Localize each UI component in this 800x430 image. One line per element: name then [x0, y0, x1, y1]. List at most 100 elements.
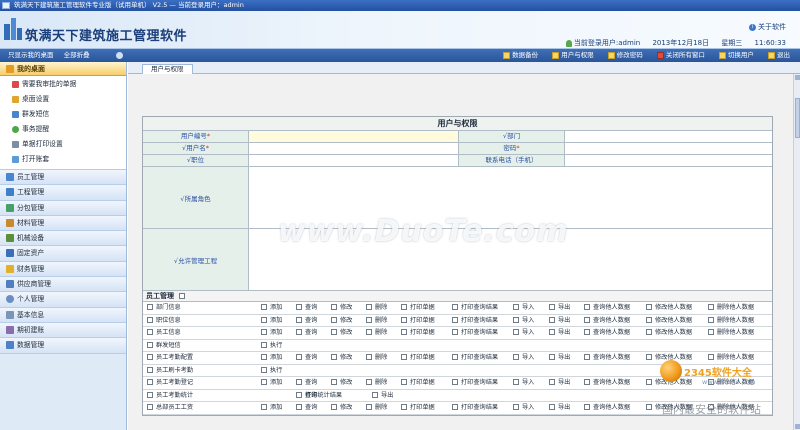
scroll-up-icon[interactable]	[795, 75, 800, 80]
perm-op-checkbox[interactable]	[261, 329, 267, 335]
perm-op-checkbox[interactable]	[366, 404, 372, 410]
perm-op-checkbox[interactable]	[366, 379, 372, 385]
sidebar-module-supplier[interactable]: 供应商管理	[0, 277, 126, 293]
perm-op-checkbox[interactable]	[296, 316, 302, 323]
perm-op[interactable]: 添加	[261, 315, 282, 327]
perm-op[interactable]: 修改他人数据	[646, 302, 692, 314]
perm-op-checkbox[interactable]	[261, 341, 267, 348]
perm-op-checkbox[interactable]	[584, 316, 590, 323]
sidebar-module-fixed-assets[interactable]: 固定资产	[0, 246, 126, 262]
switch-user-button[interactable]: 切换用户	[718, 49, 754, 62]
perm-op[interactable]: 删除	[366, 402, 387, 414]
username-input[interactable]	[249, 143, 459, 154]
collapse-all-link[interactable]: 全部折叠	[64, 51, 90, 59]
perm-op-checkbox[interactable]	[708, 304, 714, 310]
perm-op-checkbox[interactable]	[261, 354, 267, 360]
perm-op-checkbox[interactable]	[452, 379, 458, 385]
sidebar-module-finance[interactable]: 财务管理	[0, 261, 126, 278]
perm-row-checkbox[interactable]	[147, 341, 153, 348]
perm-op[interactable]: 导入	[513, 377, 534, 389]
perm-op[interactable]: 打印查询结果	[452, 302, 498, 314]
perm-op[interactable]: 打印查询结果	[452, 377, 498, 389]
perm-op-checkbox[interactable]	[584, 354, 590, 360]
perm-row-name[interactable]: 员工信息	[147, 327, 181, 339]
perm-op-checkbox[interactable]	[331, 329, 337, 335]
perm-op-checkbox[interactable]	[331, 379, 337, 385]
perm-op-checkbox[interactable]	[549, 404, 555, 410]
perm-op-checkbox[interactable]	[549, 379, 555, 385]
perm-op[interactable]: 查询	[296, 327, 317, 339]
perm-op[interactable]: 修改	[331, 315, 352, 327]
perm-op-checkbox[interactable]	[296, 354, 302, 360]
perm-op[interactable]: 删除	[366, 302, 387, 314]
about-software-link[interactable]: i 关于软件	[749, 22, 786, 32]
perm-op-checkbox[interactable]	[366, 304, 372, 310]
perm-op-checkbox[interactable]	[708, 329, 714, 335]
perm-op-checkbox[interactable]	[296, 329, 302, 335]
perm-op[interactable]: 删除	[366, 352, 387, 364]
perm-op-checkbox[interactable]	[452, 404, 458, 410]
perm-op-checkbox[interactable]	[261, 316, 267, 323]
sidebar-module-subcontract[interactable]: 分包管理	[0, 200, 126, 216]
perm-op[interactable]: 导入	[513, 327, 534, 339]
perm-op-checkbox[interactable]	[401, 354, 407, 360]
perm-op-checkbox[interactable]	[549, 316, 555, 323]
perm-op[interactable]: 打印统计结果	[296, 390, 342, 402]
password-input[interactable]	[565, 143, 772, 154]
perm-op-checkbox[interactable]	[296, 404, 302, 410]
perm-op[interactable]: 执行	[261, 365, 282, 377]
perm-row-name[interactable]: 员工考勤统计	[147, 390, 193, 402]
perm-section-checkbox[interactable]	[179, 293, 186, 299]
sidebar-module-employee[interactable]: 员工管理	[0, 170, 126, 186]
sidebar-module-machinery[interactable]: 机械设备	[0, 231, 126, 247]
perm-row-name[interactable]: 职位信息	[147, 315, 181, 327]
perm-op[interactable]: 打印查询结果	[452, 402, 498, 414]
perm-op-checkbox[interactable]	[401, 316, 407, 323]
perm-op[interactable]: 打印查询结果	[452, 315, 498, 327]
perm-op[interactable]: 查询他人数据	[584, 302, 630, 314]
vertical-scrollbar[interactable]	[793, 74, 800, 430]
perm-op[interactable]: 查询	[296, 377, 317, 389]
perm-op[interactable]: 删除	[366, 327, 387, 339]
perm-op[interactable]: 删除	[366, 315, 387, 327]
sidebar-module-project[interactable]: 工程管理	[0, 185, 126, 201]
sidebar-item-pending-approvals[interactable]: 需要我审批的单据	[0, 77, 126, 92]
perm-op[interactable]: 修改	[331, 327, 352, 339]
perm-op-checkbox[interactable]	[372, 391, 378, 398]
sidebar-item-mass-sms[interactable]: 群发短信	[0, 107, 126, 122]
perm-op[interactable]: 打印单据	[401, 377, 435, 389]
perm-op-checkbox[interactable]	[331, 304, 337, 310]
perm-row-checkbox[interactable]	[147, 354, 153, 360]
perm-row-checkbox[interactable]	[147, 404, 153, 410]
perm-op[interactable]: 打印单据	[401, 327, 435, 339]
perm-op[interactable]: 修改	[331, 302, 352, 314]
perm-op[interactable]: 查询	[296, 315, 317, 327]
perm-op[interactable]: 打印单据	[401, 302, 435, 314]
perm-op[interactable]: 导入	[513, 315, 534, 327]
phone-input[interactable]	[565, 155, 772, 166]
perm-op-checkbox[interactable]	[549, 354, 555, 360]
sidebar-module-personal[interactable]: 个人管理	[0, 292, 126, 308]
perm-op-checkbox[interactable]	[584, 404, 590, 410]
perm-op-checkbox[interactable]	[513, 304, 519, 310]
perm-row-checkbox[interactable]	[147, 379, 153, 385]
perm-op-checkbox[interactable]	[513, 329, 519, 335]
perm-op[interactable]: 添加	[261, 402, 282, 414]
sidebar-module-opening-balance[interactable]: 期初建账	[0, 322, 126, 339]
perm-op-checkbox[interactable]	[452, 354, 458, 360]
perm-op-checkbox[interactable]	[366, 316, 372, 323]
perm-op-checkbox[interactable]	[646, 404, 652, 410]
perm-row-checkbox[interactable]	[147, 304, 153, 310]
perm-op[interactable]: 导出	[549, 315, 570, 327]
perm-row-name[interactable]: 员工考勤登记	[147, 377, 193, 389]
sidebar-item-print-settings[interactable]: 单据打印设置	[0, 137, 126, 152]
perm-op-checkbox[interactable]	[261, 404, 267, 410]
tab-user-permissions[interactable]: 用户与权限	[142, 64, 193, 74]
perm-op[interactable]: 打印单据	[401, 402, 435, 414]
perm-op[interactable]: 修改	[331, 352, 352, 364]
exit-button[interactable]: 退出	[768, 49, 790, 62]
sidebar-module-material[interactable]: 材料管理	[0, 215, 126, 232]
perm-op-checkbox[interactable]	[366, 329, 372, 335]
perm-op-checkbox[interactable]	[331, 404, 337, 410]
perm-op-checkbox[interactable]	[513, 316, 519, 323]
